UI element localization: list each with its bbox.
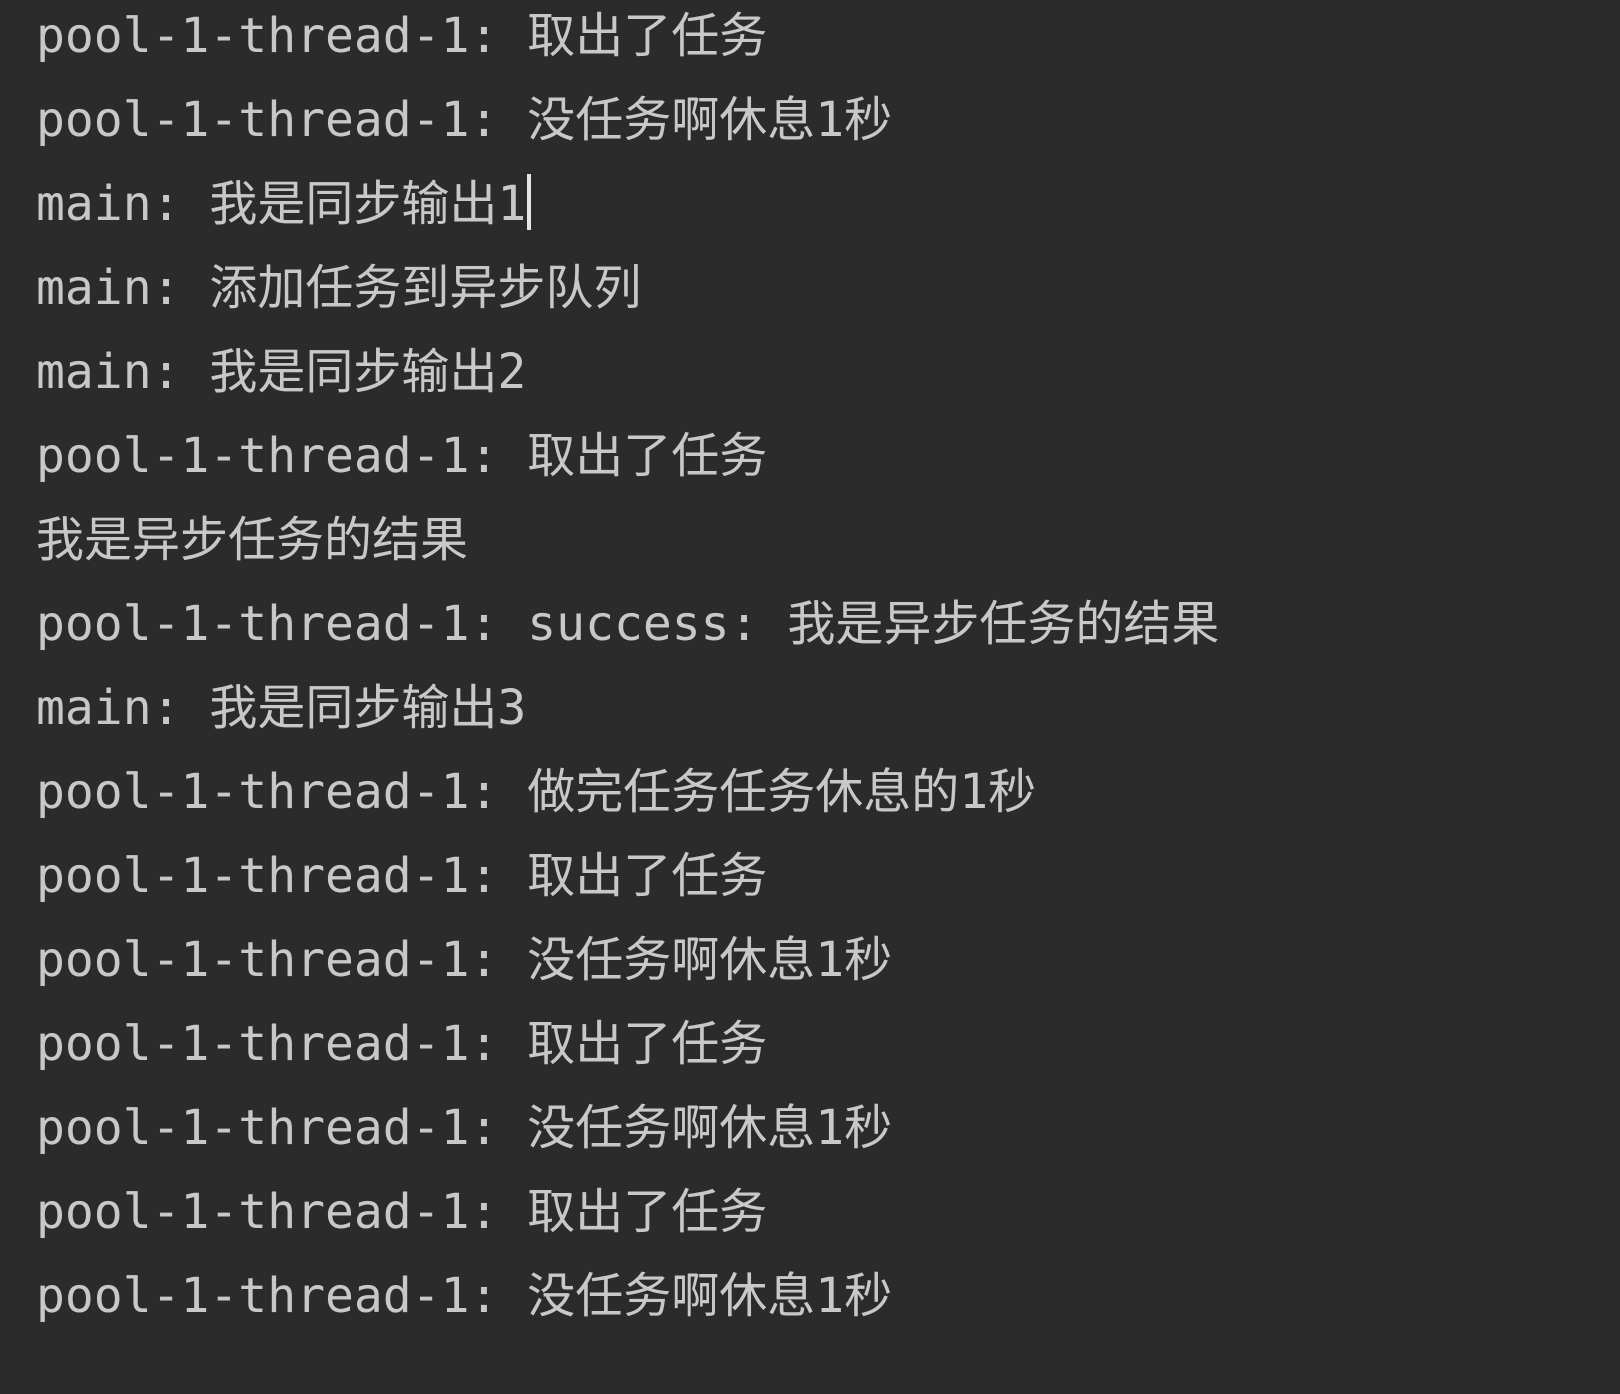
console-line: main: 我是同步输出3 (36, 680, 527, 736)
console-line: pool-1-thread-1: 取出了任务 (36, 428, 768, 484)
console-line: pool-1-thread-1: 取出了任务 (36, 848, 768, 904)
console-line: pool-1-thread-1: 没任务啊休息1秒 (36, 92, 893, 148)
console-line-with-cursor: main: 我是同步输出1 (36, 162, 1620, 246)
console-line: main: 添加任务到异步队列 (36, 260, 642, 316)
console-line: main: 我是同步输出2 (36, 344, 527, 400)
text-cursor (527, 174, 532, 230)
console-line: pool-1-thread-1: 没任务啊休息1秒 (36, 1268, 893, 1324)
console-line: pool-1-thread-1: 取出了任务 (36, 1016, 768, 1072)
console-line: pool-1-thread-1: 取出了任务 (36, 8, 768, 64)
console-line: pool-1-thread-1: 没任务啊休息1秒 (36, 932, 893, 988)
console-line-text: main: 我是同步输出1 (36, 176, 527, 232)
console-line: pool-1-thread-1: 做完任务任务休息的1秒 (36, 764, 1037, 820)
console-line: 我是异步任务的结果 (36, 512, 469, 568)
console-line: pool-1-thread-1: 没任务啊休息1秒 (36, 1100, 893, 1156)
console-output[interactable]: pool-1-thread-1: 取出了任务 pool-1-thread-1: … (0, 0, 1620, 1388)
console-line: pool-1-thread-1: success: 我是异步任务的结果 (36, 596, 1220, 652)
console-line: pool-1-thread-1: 取出了任务 (36, 1184, 768, 1240)
